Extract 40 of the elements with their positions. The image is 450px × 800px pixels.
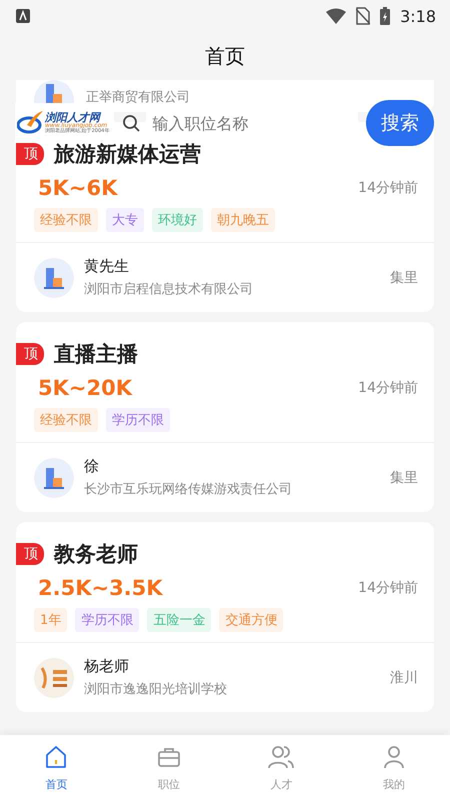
top-badge: 顶 [16,543,44,565]
job-tag: 交通方便 [219,608,284,632]
salary: 2.5K~3.5K [38,576,163,600]
job-tag: 1年 [34,608,68,632]
job-title: 直播主播 [54,341,138,368]
nav-tab[interactable]: 职位 [112,735,225,800]
company-name: 正举商贸有限公司 [86,89,190,106]
contact-name: 杨老师 [84,657,130,676]
nav-tab[interactable]: 首页 [0,735,112,800]
job-tag: 经验不限 [34,208,98,232]
post-time: 14分钟前 [358,379,418,397]
job-tag: 朝九晚五 [211,208,275,232]
job-tag: 经验不限 [34,408,98,432]
contact-name: 徐 [84,457,100,476]
job-card[interactable]: 顶 直播主播 5K~20K 14分钟前 经验不限 学历不限 徐 长沙市互乐玩网络传媒游戏责任公司 集里 [16,322,434,512]
top-badge: 顶 [16,143,44,165]
job-tag: 学历不限 [75,608,140,632]
post-time: 14分钟前 [358,579,418,597]
post-time: 14分钟前 [358,179,418,197]
company-name: 浏阳市逸逸阳光培训学校 [84,681,228,698]
salary: 5K~6K [38,176,118,200]
job-card[interactable]: 顶 教务老师 2.5K~3.5K 14分钟前 1年 学历不限 五险一金 交通方便 杨老师 浏阳市逸逸阳光培训学校 淮川 [16,522,434,712]
salary: 5K~20K [38,376,132,400]
job-title: 旅游新媒体运营 [54,141,201,168]
clock-time: 3:18 [400,6,436,26]
company-name: 长沙市互乐玩网络传媒游戏责任公司 [84,481,293,498]
contact-name: 黄先生 [84,257,130,276]
job-title: 教务老师 [54,541,138,568]
page-title: 首页 [205,42,245,70]
job-tag: 五险一金 [147,608,212,632]
job-tag: 学历不限 [106,408,170,432]
company-name: 浏阳市启程信息技术有限公司 [84,281,254,298]
job-tag: 环境好 [152,208,203,232]
nav-tab[interactable]: 人才 [225,735,338,800]
job-tag: 大专 [106,208,144,232]
location: 集里 [390,268,418,286]
top-badge: 顶 [16,343,44,365]
nav-tab[interactable]: 我的 [338,735,450,800]
location: 淮川 [390,668,418,686]
location: 集里 [390,468,418,486]
